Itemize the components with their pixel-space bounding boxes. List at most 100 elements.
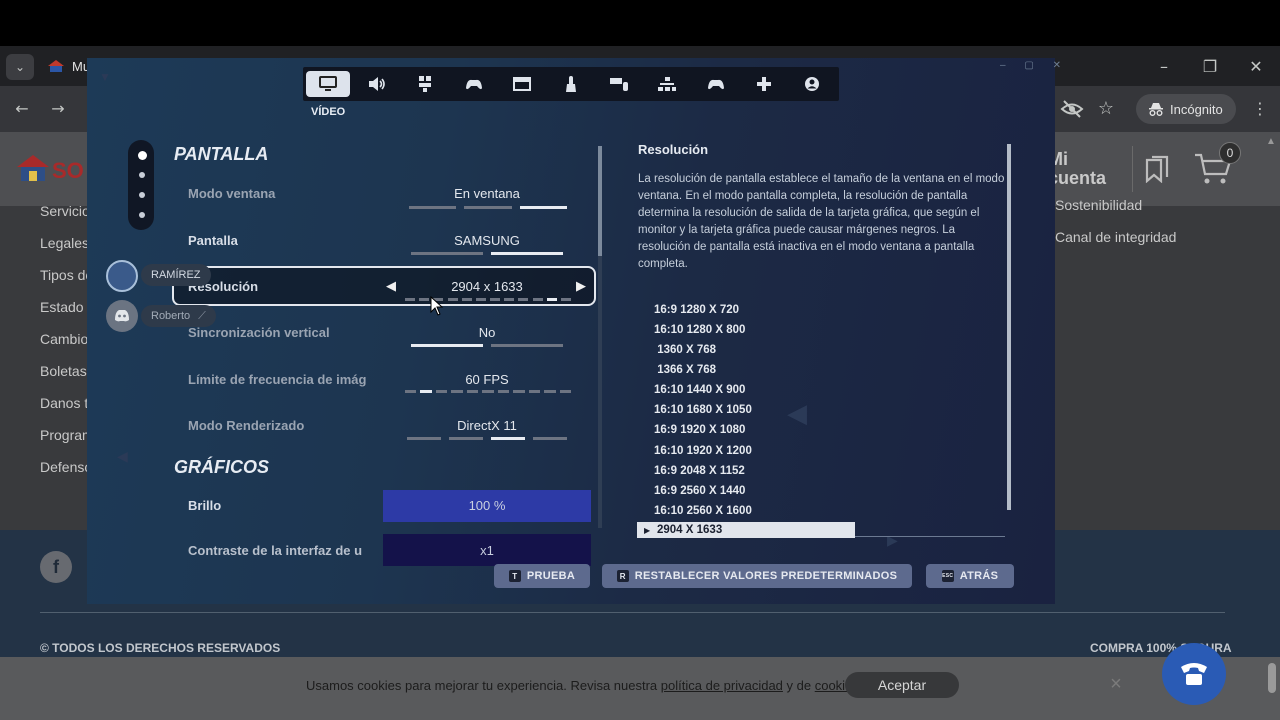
site-link-danos[interactable]: Danos t: [40, 395, 88, 411]
option-segment: [464, 206, 512, 209]
decorative-triangle-icon: ◀: [787, 398, 807, 428]
site-link-sostenibilidad[interactable]: Sostenibilidad: [1055, 197, 1142, 213]
option-segment: [411, 252, 483, 255]
site-link-canal-integridad[interactable]: Canal de integridad: [1055, 229, 1176, 245]
setting-segments-render-mode: [407, 437, 567, 440]
section-title-pantalla: PANTALLA: [174, 144, 269, 164]
settings-scrollbar-thumb[interactable]: [598, 146, 602, 256]
option-segment: [544, 390, 556, 393]
key-hint: T: [508, 570, 521, 582]
test-button[interactable]: T PRUEBA: [494, 564, 590, 588]
resolution-option[interactable]: 16:9 1280 X 720: [654, 304, 739, 316]
back-button[interactable]: ESC ATRÁS: [926, 564, 1014, 588]
tab-touch[interactable]: [549, 71, 593, 97]
resolution-next-arrow-icon[interactable]: ▶: [576, 278, 586, 294]
copyright-text: © TODOS LOS DERECHOS RESERVADOS: [40, 641, 281, 655]
minimize-icon[interactable]: –: [1152, 56, 1176, 76]
decorative-triangle-icon: ▼: [99, 70, 111, 84]
wishlist-icon[interactable]: [1144, 155, 1170, 183]
scroll-up-arrow-icon[interactable]: ▲: [1266, 136, 1278, 154]
site-link-defenso[interactable]: Defenso: [40, 459, 92, 475]
resolution-option[interactable]: 16:9 2560 X 1440: [654, 485, 745, 497]
tab-audio[interactable]: [355, 71, 399, 97]
resolution-option[interactable]: 16:10 1440 X 900: [654, 384, 745, 396]
restore-icon[interactable]: ❐: [1198, 56, 1222, 76]
accept-cookies-button[interactable]: Aceptar: [845, 672, 959, 698]
setting-value-window-mode[interactable]: En ventana: [397, 186, 577, 201]
site-logo-house-icon[interactable]: [16, 154, 50, 182]
site-logo-text[interactable]: SO: [52, 158, 84, 184]
back-button-label: ATRÁS: [959, 570, 999, 582]
resolution-option[interactable]: 1360 X 768: [654, 344, 716, 356]
voice-user-name: RAMÍREZ: [141, 264, 211, 286]
back-arrow-icon[interactable]: ←: [10, 96, 34, 120]
tab-keyboard-mouse[interactable]: [597, 71, 641, 97]
reset-button-label: RESTABLECER VALORES PREDETERMINADOS: [634, 570, 898, 582]
setting-value-frame-limit[interactable]: 60 FPS: [397, 372, 577, 387]
resolution-prev-arrow-icon[interactable]: ◀: [386, 278, 396, 294]
option-segment-active: [491, 437, 525, 440]
tab-controller[interactable]: [694, 71, 738, 97]
option-segment: [451, 390, 463, 393]
forward-arrow-icon[interactable]: →: [46, 96, 70, 120]
setting-value-render-mode[interactable]: DirectX 11: [397, 418, 577, 433]
site-link-tipos[interactable]: Tipos de: [40, 267, 93, 283]
tab-search-chevron-icon[interactable]: ⌄: [6, 54, 34, 80]
resolution-option[interactable]: 16:9 1920 X 1080: [654, 424, 745, 436]
section-dot[interactable]: [139, 172, 145, 178]
avatar[interactable]: [106, 260, 138, 292]
site-link-servicio[interactable]: Servicio: [40, 203, 90, 219]
more-menu-icon[interactable]: ⋮: [1248, 96, 1272, 120]
option-segment: [407, 437, 441, 440]
resolution-option[interactable]: 16:10 1920 X 1200: [654, 445, 752, 457]
option-segment-active: [546, 298, 557, 301]
window-icon: [513, 77, 531, 91]
section-dot-active[interactable]: [138, 151, 147, 160]
option-segment-active: [491, 252, 563, 255]
option-segment-active: [420, 390, 432, 393]
tab-interface[interactable]: [500, 71, 544, 97]
tab-controller-binds[interactable]: [742, 71, 786, 97]
setting-value-display[interactable]: SAMSUNG: [397, 233, 577, 248]
bookmark-star-icon[interactable]: ☆: [1094, 96, 1118, 120]
resolution-option[interactable]: 1366 X 768: [654, 364, 716, 376]
reset-defaults-button[interactable]: R RESTABLECER VALORES PREDETERMINADOS: [602, 564, 912, 588]
tab-controller-mouse[interactable]: [452, 71, 496, 97]
resolution-option[interactable]: 16:10 1680 X 1050: [654, 404, 752, 416]
page-scrollbar[interactable]: [1268, 663, 1276, 693]
setting-label-frame-limit: Límite de frecuencia de imág: [188, 372, 367, 387]
account-link[interactable]: Mi cuenta: [1048, 150, 1106, 188]
site-link-cambio[interactable]: Cambio: [40, 331, 88, 347]
site-link-legales[interactable]: Legales: [40, 235, 89, 251]
site-link-program[interactable]: Program: [40, 427, 94, 443]
tab-game[interactable]: [403, 71, 447, 97]
game-window-controls[interactable]: – ▢ ✕: [1000, 60, 1069, 71]
option-segment: [482, 390, 494, 393]
resolution-option[interactable]: 16:10 2560 X 1600: [654, 505, 752, 517]
close-window-icon[interactable]: ✕: [1244, 56, 1268, 76]
option-segment: [518, 298, 529, 301]
tab-network[interactable]: [645, 71, 689, 97]
resolution-option[interactable]: 16:10 1280 X 800: [654, 324, 745, 336]
section-dot[interactable]: [139, 192, 145, 198]
incognito-badge[interactable]: Incógnito: [1136, 94, 1236, 124]
cookie-close-icon[interactable]: ×: [1106, 673, 1126, 695]
description-scrollbar[interactable]: [1007, 144, 1011, 510]
option-segment: [532, 298, 543, 301]
facebook-icon[interactable]: f: [40, 551, 72, 583]
privacy-policy-link[interactable]: política de privacidad: [661, 678, 783, 693]
option-segment: [491, 344, 563, 347]
key-hint: ESC: [941, 570, 954, 582]
gamepad-icon: [708, 79, 724, 90]
call-support-button[interactable]: [1162, 643, 1226, 705]
resolution-option[interactable]: 16:9 2048 X 1152: [654, 465, 745, 477]
tab-video[interactable]: [306, 71, 350, 97]
setting-value-vsync[interactable]: No: [397, 325, 577, 340]
discord-avatar-icon[interactable]: [106, 300, 138, 332]
setting-segments-frame-limit: [405, 390, 571, 393]
eye-off-icon[interactable]: [1060, 97, 1084, 121]
resolution-option-selected-label: 2904 X 1633: [657, 524, 723, 536]
tab-account[interactable]: [790, 71, 834, 97]
site-link-boletas[interactable]: Boletas: [40, 363, 87, 379]
section-dot[interactable]: [139, 212, 145, 218]
